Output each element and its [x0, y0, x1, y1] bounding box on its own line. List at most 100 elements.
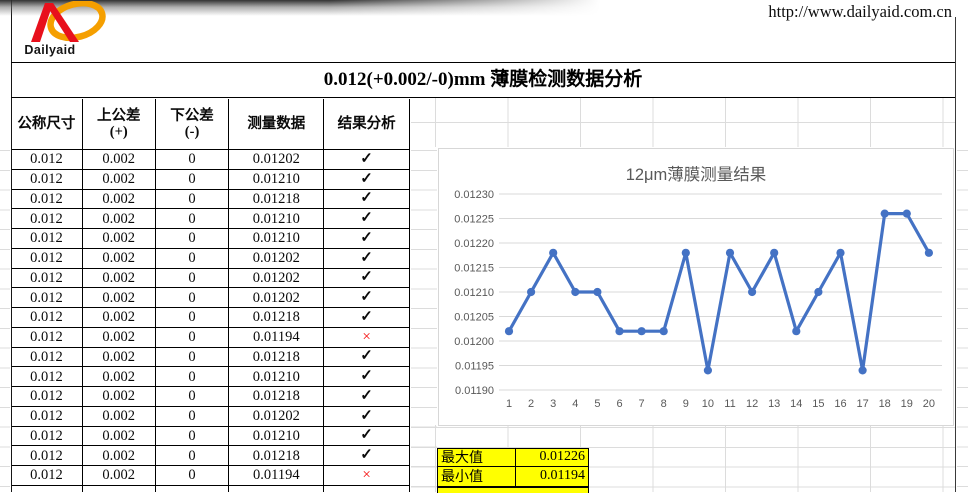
- cell-result: ✓: [324, 288, 409, 308]
- title-row-bottom-border: [11, 97, 955, 99]
- table-row: 0.0120.00200.01210✓: [11, 170, 409, 190]
- cell-lower-tolerance: 0: [156, 407, 230, 427]
- svg-text:10: 10: [702, 398, 714, 410]
- title-row-top-border: [11, 62, 955, 63]
- table-row: 0.0120.00200.01218✓: [11, 387, 409, 407]
- svg-text:18: 18: [879, 398, 891, 410]
- cell-measured: 0.01218: [229, 348, 324, 368]
- summary-row-min: 最小值 0.01194: [437, 467, 589, 487]
- cell-nominal: 0.012: [11, 348, 83, 368]
- cell-measured: 0.01202: [229, 269, 324, 289]
- max-value: 0.01226: [515, 448, 589, 468]
- table-row: 0.0120.00200.01210✓: [11, 209, 409, 229]
- table-row: 0.0120.00200.01202✓: [11, 407, 409, 427]
- table-row: 0.0120.00200.01202✓: [11, 150, 409, 170]
- svg-text:6: 6: [616, 398, 622, 410]
- cell-upper-tolerance: 0.002: [83, 229, 156, 249]
- cell-measured: 0.01202: [229, 407, 324, 427]
- table-header-cell: 结果分析: [324, 99, 409, 151]
- cell-measured: 0.01210: [229, 209, 324, 229]
- table-header-cell: 下公差(-): [156, 99, 230, 151]
- summary-block: 最大值 0.01226 最小值 0.01194: [437, 448, 589, 493]
- cell-lower-tolerance: 0: [156, 269, 230, 289]
- cell-result: ✓: [324, 387, 409, 407]
- cell-result: ✓: [324, 407, 409, 427]
- left-margin-gridlines: [0, 150, 10, 490]
- cell-lower-tolerance: 0: [156, 150, 230, 170]
- cell-result: ✓: [324, 427, 409, 447]
- table-header-cell: 公称尺寸: [11, 99, 83, 151]
- svg-text:0.01210: 0.01210: [454, 287, 494, 299]
- cell-result: ✓: [324, 308, 409, 328]
- table-row: 0.0120.00200.01218✓: [11, 446, 409, 466]
- sheet-right-border: [955, 17, 956, 492]
- svg-text:8: 8: [661, 398, 667, 410]
- table-row: 0.0120.00200.01218✓: [11, 348, 409, 368]
- cell-lower-tolerance: 0: [156, 170, 230, 190]
- cell-nominal: 0.012: [11, 170, 83, 190]
- cell-nominal: 0.012: [11, 308, 83, 328]
- cell-nominal: 0.012: [11, 190, 83, 210]
- cell-result: ✓: [324, 170, 409, 190]
- cell-result: ✓: [324, 209, 409, 229]
- cell-nominal: 0.012: [11, 387, 83, 407]
- min-label: 最小值: [437, 467, 515, 487]
- cell-measured: 0.01218: [229, 308, 324, 328]
- cell-nominal: 0.012: [11, 209, 83, 229]
- table-header-cell: 测量数据: [229, 99, 324, 151]
- measurement-chart-svg: 0.011900.011950.012000.012050.012100.012…: [439, 149, 953, 425]
- cell-lower-tolerance: 0: [156, 308, 230, 328]
- table-row-partial: [11, 486, 409, 492]
- cell-nominal: 0.012: [11, 150, 83, 170]
- svg-text:19: 19: [901, 398, 913, 410]
- svg-text:2: 2: [528, 398, 534, 410]
- cell-measured: 0.01210: [229, 229, 324, 249]
- cell-result: ✓: [324, 190, 409, 210]
- cell-nominal: 0.012: [11, 367, 83, 387]
- column-gridlines-above-chart: [435, 98, 955, 147]
- cell-result: ✓: [324, 249, 409, 269]
- cell-nominal: 0.012: [11, 407, 83, 427]
- cell-measured: 0.01218: [229, 387, 324, 407]
- website-url[interactable]: http://www.dailyaid.com.cn: [640, 1, 952, 22]
- cell-result: ✓: [324, 348, 409, 368]
- cell-upper-tolerance: 0.002: [83, 170, 156, 190]
- cell-nominal: 0.012: [11, 328, 83, 348]
- cell-lower-tolerance: 0: [156, 387, 230, 407]
- svg-text:17: 17: [856, 398, 868, 410]
- cell-nominal: 0.012: [11, 249, 83, 269]
- table-header-row: 公称尺寸上公差(+)下公差(-)测量数据结果分析: [11, 99, 409, 151]
- cell-measured: 0.01210: [229, 170, 324, 190]
- min-value: 0.01194: [515, 467, 589, 487]
- measurement-table: 公称尺寸上公差(+)下公差(-)测量数据结果分析 0.0120.00200.01…: [11, 99, 410, 493]
- svg-text:13: 13: [768, 398, 780, 410]
- cell-lower-tolerance: 0: [156, 427, 230, 447]
- cell-result: ×: [324, 328, 409, 348]
- cell-upper-tolerance: 0.002: [83, 407, 156, 427]
- svg-text:7: 7: [639, 398, 645, 410]
- cell-lower-tolerance: 0: [156, 288, 230, 308]
- cell-lower-tolerance: 0: [156, 367, 230, 387]
- svg-text:0.01220: 0.01220: [454, 238, 494, 250]
- sheet-left-border: [11, 0, 13, 492]
- table-row: 0.0120.00200.01218✓: [11, 190, 409, 210]
- svg-text:11: 11: [724, 398, 735, 410]
- svg-text:4: 4: [572, 398, 578, 410]
- cell-measured: 0.01210: [229, 367, 324, 387]
- cell-measured: 0.01202: [229, 288, 324, 308]
- cell-lower-tolerance: 0: [156, 209, 230, 229]
- measurement-chart: 0.011900.011950.012000.012050.012100.012…: [438, 148, 954, 426]
- table-row: 0.0120.00200.01210✓: [11, 229, 409, 249]
- table-row: 0.0120.00200.01194×: [11, 328, 409, 348]
- cell-measured: 0.01202: [229, 249, 324, 269]
- svg-text:0.01195: 0.01195: [455, 360, 494, 372]
- cell-upper-tolerance: 0.002: [83, 348, 156, 368]
- svg-text:0.01205: 0.01205: [454, 311, 494, 323]
- summary-row-max: 最大值 0.01226: [437, 448, 589, 468]
- table-row: 0.0120.00200.01210✓: [11, 427, 409, 447]
- cell-upper-tolerance: 0.002: [83, 328, 156, 348]
- svg-text:12: 12: [746, 398, 758, 410]
- cell-lower-tolerance: 0: [156, 190, 230, 210]
- table-row: 0.0120.00200.01202✓: [11, 269, 409, 289]
- cell-measured: 0.01210: [229, 427, 324, 447]
